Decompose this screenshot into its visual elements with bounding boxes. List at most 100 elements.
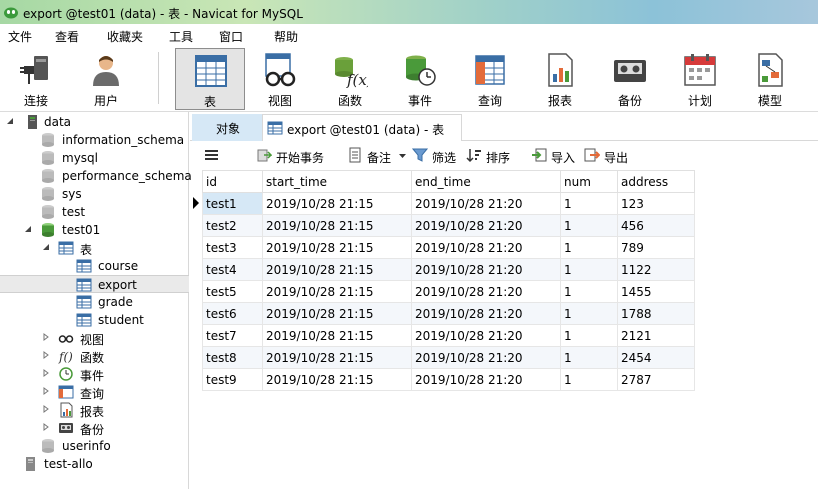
function-button[interactable]: f(x) 函数: [315, 48, 385, 110]
tree-folder-backups[interactable]: 备份: [0, 419, 189, 437]
cell-address[interactable]: 123: [617, 192, 695, 215]
tree-folder-queries[interactable]: 查询: [0, 383, 189, 401]
table-row[interactable]: test1 2019/10/28 21:15 2019/10/28 21:20 …: [202, 192, 695, 215]
cell-id[interactable]: test6: [202, 302, 263, 325]
menu-hamburger-button[interactable]: [204, 147, 222, 165]
model-button[interactable]: 模型: [735, 48, 805, 110]
cell-address[interactable]: 1122: [617, 258, 695, 281]
cell-start-time[interactable]: 2019/10/28 21:15: [262, 258, 412, 281]
cell-end-time[interactable]: 2019/10/28 21:20: [411, 214, 561, 237]
table-row[interactable]: test4 2019/10/28 21:15 2019/10/28 21:20 …: [202, 258, 695, 281]
cell-address[interactable]: 2787: [617, 368, 695, 391]
tree-folder-functions[interactable]: f() 函数: [0, 347, 189, 365]
table-row[interactable]: test5 2019/10/28 21:15 2019/10/28 21:20 …: [202, 280, 695, 303]
note-button[interactable]: 备注: [347, 147, 407, 165]
collapse-arrow-icon[interactable]: [42, 243, 50, 251]
table-row[interactable]: test3 2019/10/28 21:15 2019/10/28 21:20 …: [202, 236, 695, 259]
tree-folder-reports[interactable]: 报表: [0, 401, 189, 419]
sort-button[interactable]: 排序: [466, 147, 514, 165]
cell-num[interactable]: 1: [560, 346, 618, 369]
menu-view[interactable]: 查看: [55, 28, 79, 45]
cell-start-time[interactable]: 2019/10/28 21:15: [262, 368, 412, 391]
cell-id[interactable]: test4: [202, 258, 263, 281]
view-button[interactable]: 视图: [245, 48, 315, 110]
tab-export-table[interactable]: export @test01 (data) - 表: [262, 114, 462, 141]
table-button[interactable]: 表: [175, 48, 245, 110]
cell-address[interactable]: 789: [617, 236, 695, 259]
expand-arrow-icon[interactable]: [42, 423, 50, 431]
tree-db-test01[interactable]: test01: [0, 221, 189, 239]
backup-button[interactable]: 备份: [595, 48, 665, 110]
cell-end-time[interactable]: 2019/10/28 21:20: [411, 368, 561, 391]
cell-start-time[interactable]: 2019/10/28 21:15: [262, 324, 412, 347]
cell-id[interactable]: test7: [202, 324, 263, 347]
user-button[interactable]: 用户: [71, 48, 141, 110]
tree-table-course[interactable]: course: [0, 257, 189, 275]
schedule-button[interactable]: 计划: [665, 48, 735, 110]
cell-num[interactable]: 1: [560, 214, 618, 237]
cell-end-time[interactable]: 2019/10/28 21:20: [411, 324, 561, 347]
tree-table-student[interactable]: student: [0, 311, 189, 329]
menu-help[interactable]: 帮助: [274, 28, 298, 45]
cell-end-time[interactable]: 2019/10/28 21:20: [411, 236, 561, 259]
expand-arrow-icon[interactable]: [42, 369, 50, 377]
cell-start-time[interactable]: 2019/10/28 21:15: [262, 192, 412, 215]
cell-start-time[interactable]: 2019/10/28 21:15: [262, 236, 412, 259]
tree-folder-events[interactable]: 事件: [0, 365, 189, 383]
column-header-address[interactable]: address: [617, 170, 695, 193]
tree-folder-views[interactable]: 视图: [0, 329, 189, 347]
column-header-num[interactable]: num: [560, 170, 618, 193]
cell-end-time[interactable]: 2019/10/28 21:20: [411, 346, 561, 369]
cell-num[interactable]: 1: [560, 324, 618, 347]
cell-num[interactable]: 1: [560, 236, 618, 259]
cell-num[interactable]: 1: [560, 280, 618, 303]
menu-file[interactable]: 文件: [8, 28, 32, 45]
cell-id[interactable]: test2: [202, 214, 263, 237]
table-row[interactable]: test7 2019/10/28 21:15 2019/10/28 21:20 …: [202, 324, 695, 347]
collapse-arrow-icon[interactable]: [24, 225, 32, 233]
table-row[interactable]: test2 2019/10/28 21:15 2019/10/28 21:20 …: [202, 214, 695, 237]
cell-start-time[interactable]: 2019/10/28 21:15: [262, 302, 412, 325]
tree-connection-data[interactable]: data: [0, 113, 189, 131]
menu-favorites[interactable]: 收藏夹: [107, 28, 143, 45]
cell-start-time[interactable]: 2019/10/28 21:15: [262, 214, 412, 237]
table-row[interactable]: test9 2019/10/28 21:15 2019/10/28 21:20 …: [202, 368, 695, 391]
tree-db-performance-schema[interactable]: performance_schema: [0, 167, 192, 185]
expand-arrow-icon[interactable]: [42, 387, 50, 395]
menu-tools[interactable]: 工具: [169, 28, 193, 45]
column-header-end-time[interactable]: end_time: [411, 170, 561, 193]
table-row[interactable]: test6 2019/10/28 21:15 2019/10/28 21:20 …: [202, 302, 695, 325]
tree-db-information-schema[interactable]: information_schema: [0, 131, 189, 149]
cell-address[interactable]: 1788: [617, 302, 695, 325]
cell-id[interactable]: test1: [202, 192, 263, 215]
cell-address[interactable]: 456: [617, 214, 695, 237]
tab-objects[interactable]: 对象: [192, 114, 262, 141]
cell-num[interactable]: 1: [560, 302, 618, 325]
cell-start-time[interactable]: 2019/10/28 21:15: [262, 280, 412, 303]
cell-address[interactable]: 1455: [617, 280, 695, 303]
tree-db-mysql[interactable]: mysql: [0, 149, 189, 167]
import-button[interactable]: 导入: [531, 147, 579, 165]
column-header-start-time[interactable]: start_time: [262, 170, 412, 193]
table-row[interactable]: test8 2019/10/28 21:15 2019/10/28 21:20 …: [202, 346, 695, 369]
cell-id[interactable]: test9: [202, 368, 263, 391]
tree-table-export[interactable]: export: [0, 275, 189, 293]
cell-end-time[interactable]: 2019/10/28 21:20: [411, 192, 561, 215]
filter-button[interactable]: 筛选: [412, 147, 460, 165]
cell-num[interactable]: 1: [560, 368, 618, 391]
column-header-id[interactable]: id: [202, 170, 263, 193]
dropdown-caret-icon[interactable]: [399, 154, 406, 159]
expand-arrow-icon[interactable]: [42, 405, 50, 413]
cell-address[interactable]: 2121: [617, 324, 695, 347]
cell-end-time[interactable]: 2019/10/28 21:20: [411, 280, 561, 303]
tree-db-sys[interactable]: sys: [0, 185, 189, 203]
cell-num[interactable]: 1: [560, 258, 618, 281]
export-button[interactable]: 导出: [584, 147, 632, 165]
tree-db-userinfo[interactable]: userinfo: [0, 437, 189, 455]
cell-end-time[interactable]: 2019/10/28 21:20: [411, 258, 561, 281]
event-button[interactable]: 事件: [385, 48, 455, 110]
tree-table-grade[interactable]: grade: [0, 293, 189, 311]
query-button[interactable]: 查询: [455, 48, 525, 110]
connect-button[interactable]: 连接: [1, 48, 71, 110]
report-button[interactable]: 报表: [525, 48, 595, 110]
